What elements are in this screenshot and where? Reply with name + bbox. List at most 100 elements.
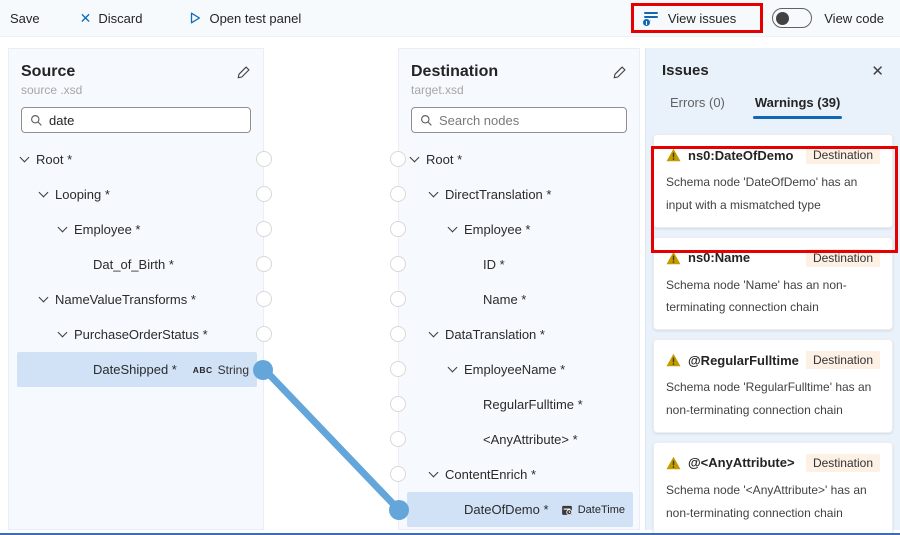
- destination-search-box: [411, 107, 627, 133]
- destination-node-root[interactable]: Root *: [407, 142, 633, 177]
- edit-source-schema-icon[interactable]: [236, 65, 251, 80]
- destination-title: Destination: [411, 63, 498, 81]
- tab-errors[interactable]: Errors (0): [670, 95, 725, 119]
- search-icon: [30, 114, 43, 127]
- warning-triangle-icon: [666, 456, 681, 470]
- destination-node-directtranslation[interactable]: DirectTranslation *: [407, 177, 633, 212]
- destination-node-contentenrich[interactable]: ContentEnrich *: [407, 457, 633, 492]
- source-port-dateshipped-connected[interactable]: [253, 360, 273, 380]
- source-panel: Source source .xsd Root * Looping * Empl…: [8, 48, 264, 530]
- destination-panel-header: Destination target.xsd: [399, 49, 639, 133]
- destination-badge: Destination: [806, 454, 880, 472]
- source-port-purchaseorderstatus[interactable]: [256, 326, 272, 342]
- destination-port-anyattribute[interactable]: [390, 431, 406, 447]
- destination-node-regularfulltime[interactable]: RegularFulltime *: [407, 387, 633, 422]
- chevron-down-icon[interactable]: [20, 153, 30, 163]
- destination-node-name[interactable]: Name *: [407, 282, 633, 317]
- destination-tree: Root * DirectTranslation * Employee * ID…: [399, 142, 639, 527]
- destination-badge: Destination: [806, 351, 880, 369]
- source-node-dat-of-birth[interactable]: Dat_of_Birth *: [17, 247, 257, 282]
- datetime-type-badge: DateTime: [561, 504, 633, 516]
- warning-triangle-icon: [666, 251, 681, 265]
- destination-port-employee[interactable]: [390, 221, 406, 237]
- source-node-dateshipped[interactable]: DateShipped * ABC String: [17, 352, 257, 387]
- toolbar-right: View issues View code: [636, 6, 884, 30]
- issues-list-icon: [642, 10, 660, 26]
- source-title: Source: [21, 63, 75, 81]
- warning-triangle-icon: [666, 353, 681, 367]
- toolbar: Save ✕ Discard Open test panel View issu…: [0, 0, 900, 37]
- calendar-clock-icon: [561, 504, 573, 516]
- open-test-panel-button[interactable]: Open test panel: [188, 11, 301, 26]
- edit-destination-schema-icon[interactable]: [612, 65, 627, 80]
- warning-card-anyattribute[interactable]: @<AnyAttribute> Destination Schema node …: [653, 442, 893, 535]
- source-panel-header: Source source .xsd: [9, 49, 263, 133]
- warning-message: Schema node 'DateOfDemo' has an input wi…: [666, 171, 872, 217]
- chevron-down-icon[interactable]: [429, 188, 439, 198]
- destination-panel: Destination target.xsd Root * DirectTran…: [398, 48, 640, 530]
- destination-port-directtranslation[interactable]: [390, 186, 406, 202]
- discard-button[interactable]: ✕ Discard: [80, 11, 143, 26]
- destination-node-dateofdemo[interactable]: DateOfDemo * DateTime: [407, 492, 633, 527]
- destination-port-contentenrich[interactable]: [390, 466, 406, 482]
- destination-port-name[interactable]: [390, 291, 406, 307]
- chevron-down-icon[interactable]: [410, 153, 420, 163]
- tab-warnings[interactable]: Warnings (39): [755, 95, 840, 119]
- connection-line-dateshipped-dateofdemo[interactable]: [264, 369, 398, 509]
- destination-badge: Destination: [806, 146, 880, 164]
- play-icon: [188, 11, 202, 25]
- destination-badge: Destination: [806, 249, 880, 267]
- warning-message: Schema node 'RegularFulltime' has an non…: [666, 376, 872, 422]
- source-port-dat-of-birth[interactable]: [256, 256, 272, 272]
- chevron-down-icon[interactable]: [448, 363, 458, 373]
- chevron-down-icon[interactable]: [58, 223, 68, 233]
- destination-port-regularfulltime[interactable]: [390, 396, 406, 412]
- source-port-namevaluetransforms[interactable]: [256, 291, 272, 307]
- chevron-down-icon[interactable]: [39, 188, 49, 198]
- chevron-down-icon[interactable]: [429, 328, 439, 338]
- source-node-employee[interactable]: Employee *: [17, 212, 257, 247]
- source-port-looping[interactable]: [256, 186, 272, 202]
- string-type-badge: ABC String: [193, 363, 257, 377]
- source-node-root[interactable]: Root *: [17, 142, 257, 177]
- discard-label: Discard: [98, 11, 142, 26]
- destination-schema-filename: target.xsd: [411, 83, 627, 99]
- source-port-root[interactable]: [256, 151, 272, 167]
- save-button[interactable]: Save: [10, 11, 40, 26]
- destination-node-anyattribute[interactable]: <AnyAttribute> *: [407, 422, 633, 457]
- warnings-list: ns0:DateOfDemo Destination Schema node '…: [646, 134, 900, 535]
- source-node-looping[interactable]: Looping *: [17, 177, 257, 212]
- warning-message: Schema node '<AnyAttribute>' has an non-…: [666, 479, 872, 525]
- destination-node-datatranslation[interactable]: DataTranslation *: [407, 317, 633, 352]
- source-node-purchaseorderstatus[interactable]: PurchaseOrderStatus *: [17, 317, 257, 352]
- destination-port-employeename[interactable]: [390, 361, 406, 377]
- issues-panel: Issues ✕ Errors (0) Warnings (39) ns0:Da…: [645, 48, 900, 530]
- chevron-down-icon[interactable]: [448, 223, 458, 233]
- destination-port-root[interactable]: [390, 151, 406, 167]
- source-node-namevaluetransforms[interactable]: NameValueTransforms *: [17, 282, 257, 317]
- destination-port-id[interactable]: [390, 256, 406, 272]
- destination-port-datatranslation[interactable]: [390, 326, 406, 342]
- warning-card-dateofdemo[interactable]: ns0:DateOfDemo Destination Schema node '…: [653, 134, 893, 228]
- search-icon: [420, 114, 433, 127]
- source-port-employee[interactable]: [256, 221, 272, 237]
- view-code-label: View code: [824, 11, 884, 26]
- source-search-box: [21, 107, 251, 133]
- destination-search-input[interactable]: [439, 113, 618, 128]
- destination-port-dateofdemo-connected[interactable]: [389, 500, 409, 520]
- source-search-input[interactable]: [49, 113, 242, 128]
- chevron-down-icon[interactable]: [429, 468, 439, 478]
- source-tree: Root * Looping * Employee * Dat_of_Birth…: [9, 142, 263, 387]
- destination-node-employee[interactable]: Employee *: [407, 212, 633, 247]
- warning-card-regularfulltime[interactable]: @RegularFulltime Destination Schema node…: [653, 339, 893, 433]
- chevron-down-icon[interactable]: [58, 328, 68, 338]
- chevron-down-icon[interactable]: [39, 293, 49, 303]
- destination-node-id[interactable]: ID *: [407, 247, 633, 282]
- destination-node-employeename[interactable]: EmployeeName *: [407, 352, 633, 387]
- close-icon[interactable]: ✕: [869, 62, 886, 81]
- view-issues-button[interactable]: View issues: [636, 6, 746, 30]
- view-code-toggle[interactable]: [772, 8, 812, 28]
- warning-triangle-icon: [666, 148, 681, 162]
- warning-card-name[interactable]: ns0:Name Destination Schema node 'Name' …: [653, 237, 893, 331]
- source-schema-filename: source .xsd: [21, 83, 251, 99]
